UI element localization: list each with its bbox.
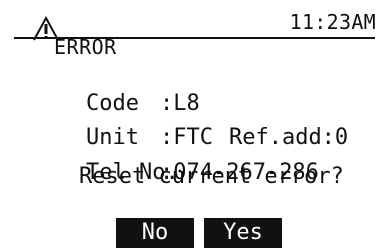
clock-time: 11:23AM (289, 10, 376, 34)
yes-button[interactable]: Yes (204, 218, 282, 248)
error-screen: ERROR 11:23AM Code:L8 Unit:FTC Ref.add:0 … (0, 0, 386, 248)
reset-prompt: Reset current error? (79, 164, 344, 189)
page-title: ERROR (54, 35, 117, 59)
no-button[interactable]: No (116, 218, 194, 248)
